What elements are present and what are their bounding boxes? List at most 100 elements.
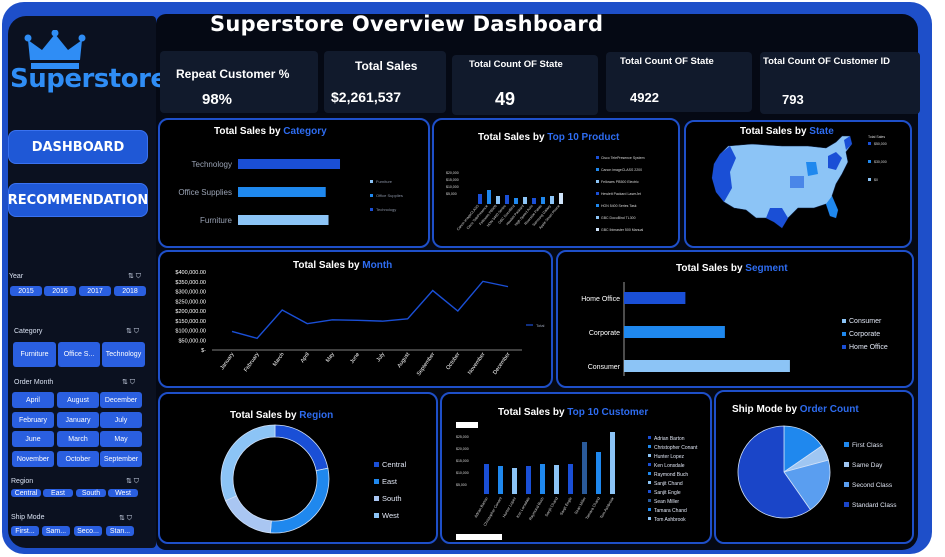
- svg-text:$50,000: $50,000: [874, 142, 887, 146]
- segment-bar: [624, 326, 725, 338]
- region-chip-central[interactable]: Central: [11, 489, 41, 497]
- legend-label: West: [382, 511, 400, 520]
- svg-text:$0: $0: [874, 178, 878, 182]
- y-tick-label: $50,000.00: [178, 338, 206, 344]
- month-chip[interactable]: September: [100, 451, 142, 467]
- customer-bar: [568, 464, 573, 494]
- category-label: Furniture: [200, 216, 233, 225]
- svg-text:GBC Ibimaster 500 Manual: GBC Ibimaster 500 Manual: [601, 228, 643, 232]
- legend-swatch: [370, 208, 373, 211]
- clear-filter-icon[interactable]: ⇅ ⛉: [128, 272, 141, 281]
- segment-bar: [624, 360, 790, 372]
- year-chip-2018[interactable]: 2018: [114, 286, 146, 296]
- month-chip[interactable]: June: [12, 431, 54, 447]
- product-bar: [514, 198, 518, 204]
- region-chip-west[interactable]: West: [108, 489, 138, 497]
- kpi-value: 49: [495, 89, 516, 109]
- month-chip[interactable]: July: [100, 412, 142, 428]
- y-tick-label: $350,000.00: [175, 280, 206, 286]
- svg-text:Sanjit Engle: Sanjit Engle: [559, 497, 573, 517]
- recommendation-button[interactable]: RECOMMENDATION: [8, 183, 148, 217]
- x-tick-label: June: [349, 352, 361, 365]
- category-label: Technology: [192, 160, 232, 169]
- y-tick-label: $150,000.00: [175, 319, 206, 325]
- kpi-state-count-2: Total Count OF State 4922: [606, 52, 752, 112]
- legend-label: Central: [382, 460, 407, 469]
- category-bar: [238, 159, 341, 169]
- region-donut-chart: Central East South West: [220, 424, 407, 534]
- year-chip-2016[interactable]: 2016: [44, 286, 76, 296]
- region-chip-east[interactable]: East: [43, 489, 73, 497]
- product-bar: [541, 197, 545, 204]
- ship-chip-second[interactable]: Seco...: [74, 526, 102, 536]
- product-bar: [505, 195, 509, 204]
- ship-chip-standard[interactable]: Stan...: [106, 526, 134, 536]
- svg-text:Ken Lonsdale: Ken Lonsdale: [654, 463, 685, 469]
- svg-text:$5,000: $5,000: [446, 192, 457, 196]
- legend-swatch: [844, 462, 849, 467]
- year-chip-2017[interactable]: 2017: [79, 286, 111, 296]
- kpi-label: Total Sales: [355, 59, 418, 73]
- clear-filter-icon[interactable]: ⇅ ⛉: [126, 477, 139, 486]
- region-chip-south[interactable]: South: [76, 489, 106, 497]
- x-tick-label: October: [445, 352, 461, 372]
- clear-filter-icon[interactable]: ⇅ ⛉: [122, 378, 135, 387]
- month-chip[interactable]: May: [100, 431, 142, 447]
- month-line: [231, 280, 509, 340]
- svg-text:$5,000: $5,000: [456, 483, 467, 487]
- panel-sales-by-customer: Total Sales by Top 10 Customer $25,000 $2…: [440, 392, 712, 544]
- segment-bar: [624, 292, 686, 304]
- customer-bar: [512, 468, 517, 494]
- svg-text:Tom Ashbrook: Tom Ashbrook: [654, 517, 686, 523]
- month-chip[interactable]: March: [57, 431, 99, 447]
- customer-bar: [498, 466, 503, 494]
- ship-chip-same[interactable]: Sam...: [42, 526, 70, 536]
- kpi-value: 98%: [202, 91, 233, 108]
- svg-text:Canon imageCLASS 2200: Canon imageCLASS 2200: [601, 168, 642, 172]
- month-chip[interactable]: December: [100, 392, 142, 408]
- product-bar: [550, 196, 554, 204]
- dashboard-button[interactable]: DASHBOARD: [8, 130, 148, 164]
- svg-text:$15,000: $15,000: [456, 459, 469, 463]
- month-chip[interactable]: August: [57, 392, 99, 408]
- kpi-customer-id: Total Count OF Customer ID 793: [760, 52, 920, 114]
- kpi-label: Repeat Customer %: [176, 67, 290, 81]
- pie-slice: [269, 467, 330, 534]
- legend-label: Home Office: [849, 344, 888, 351]
- category-label: Office Supplies: [178, 188, 232, 197]
- panel-shipmode-by-order: Ship Mode by Order Count First Class Same…: [714, 390, 914, 544]
- category-chip-technology[interactable]: Technology: [102, 342, 145, 367]
- legend-swatch: [370, 180, 373, 183]
- svg-text:$20,000: $20,000: [446, 171, 459, 175]
- x-tick-label: December: [492, 352, 512, 376]
- month-chip[interactable]: January: [57, 412, 99, 428]
- y-tick-label: $-: [201, 348, 206, 354]
- legend-label: East: [382, 477, 398, 486]
- clear-filter-icon[interactable]: ⇅ ⛉: [119, 514, 132, 523]
- customer-bar: [610, 432, 615, 494]
- x-tick-label: August: [397, 351, 412, 369]
- category-chip-office[interactable]: Office S...: [58, 342, 100, 367]
- x-tick-label: February: [243, 352, 261, 374]
- year-filter-label: Year: [9, 273, 24, 280]
- kpi-label: Total Count OF Customer ID: [763, 56, 891, 67]
- clear-filter-icon[interactable]: ⇅ ⛉: [126, 327, 139, 336]
- month-chip[interactable]: November: [12, 451, 54, 467]
- kpi-value: 4922: [630, 90, 659, 105]
- legend-swatch: [844, 482, 849, 487]
- ship-chip-first[interactable]: First...: [11, 526, 39, 536]
- year-chip-2015[interactable]: 2015: [10, 286, 42, 296]
- x-tick-label: November: [467, 352, 487, 376]
- shipmode-pie-chart: First Class Same Day Second Class Standard …: [737, 425, 897, 519]
- us-map-icon: Total Sales $50,000 $30,000 $0: [711, 135, 887, 229]
- month-chip[interactable]: April: [12, 392, 54, 408]
- month-chip[interactable]: October: [57, 451, 99, 467]
- svg-text:Christopher Conant: Christopher Conant: [654, 445, 698, 451]
- product-bar: [559, 193, 563, 204]
- month-chip[interactable]: February: [12, 412, 54, 428]
- legend-swatch: [370, 194, 373, 197]
- svg-text:Hunter Lopez: Hunter Lopez: [654, 454, 685, 460]
- ship-mode-filter-label: Ship Mode: [11, 514, 45, 521]
- customer-bar: [554, 465, 559, 494]
- category-chip-furniture[interactable]: Furniture: [13, 342, 56, 367]
